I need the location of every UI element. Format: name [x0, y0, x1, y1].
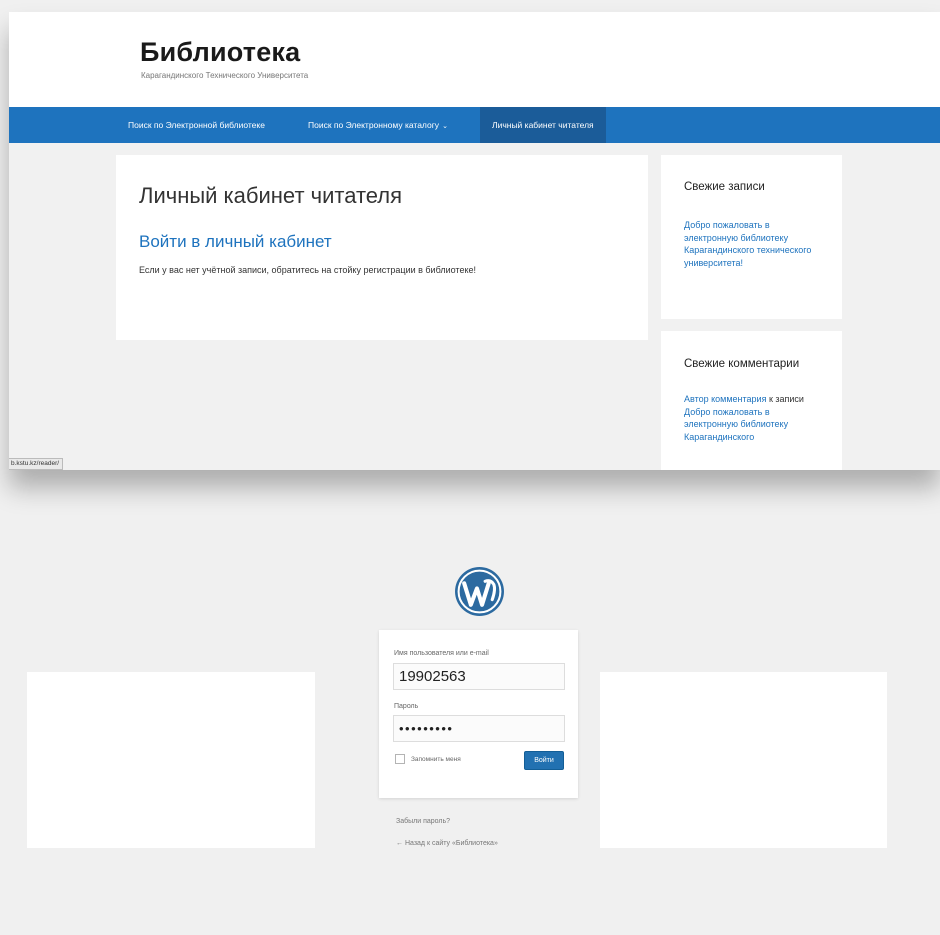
widget-title: Свежие записи: [684, 181, 765, 193]
password-label: Пароль: [394, 703, 419, 710]
site-title[interactable]: Библиотека: [140, 37, 300, 68]
recent-post-link[interactable]: Добро пожаловать в электронную библиотек…: [684, 220, 811, 268]
recent-comment-item: Автор комментария к записи Добро пожалов…: [684, 393, 824, 443]
site-header: Библиотека Карагандинского Технического …: [9, 12, 940, 107]
content-card: Личный кабинет читателя Войти в личный к…: [116, 155, 648, 340]
username-label: Имя пользователя или e-mail: [394, 650, 489, 657]
nav-item-label: Поиск по Электронному каталогу: [308, 120, 440, 130]
nav-item-catalog-search[interactable]: Поиск по Электронному каталогу ⌄: [308, 107, 448, 143]
login-form: Имя пользователя или e-mail Пароль Запом…: [379, 630, 578, 798]
page-title: Личный кабинет читателя: [139, 183, 403, 208]
blank-panel-left: [27, 672, 315, 848]
comment-connector: к записи: [766, 394, 804, 404]
wordpress-logo-icon[interactable]: [454, 566, 505, 617]
username-input[interactable]: [393, 663, 565, 690]
comment-author-link[interactable]: Автор комментария: [684, 394, 766, 404]
password-input[interactable]: [393, 715, 565, 742]
login-account-link[interactable]: Войти в личный кабинет: [139, 232, 332, 252]
recent-comments-widget: Свежие комментарии Автор комментария к з…: [661, 331, 842, 470]
nav-item-label: Личный кабинет читателя: [492, 120, 594, 130]
library-site-screenshot: Библиотека Карагандинского Технического …: [9, 12, 940, 470]
main-navigation: Поиск по Электронной библиотеке Поиск по…: [9, 107, 940, 143]
remember-me-label: Запомнить меня: [411, 756, 461, 763]
registration-notice: Если у вас нет учётной записи, обратитес…: [139, 265, 476, 275]
back-to-site-link[interactable]: ← Назад к сайту «Библиотека»: [396, 840, 498, 847]
recent-posts-widget: Свежие записи Добро пожаловать в электро…: [661, 155, 842, 319]
recent-post-item: Добро пожаловать в электронную библиотек…: [684, 219, 824, 269]
comment-post-link[interactable]: Добро пожаловать в электронную библиотек…: [684, 407, 788, 442]
nav-item-reader-account[interactable]: Личный кабинет читателя: [480, 107, 606, 143]
nav-item-label: Поиск по Электронной библиотеке: [128, 120, 265, 130]
nav-item-ebook-search[interactable]: Поиск по Электронной библиотеке: [128, 107, 265, 143]
blank-panel-right: [600, 672, 887, 848]
status-bar-url: b.kstu.kz/reader/: [9, 458, 64, 470]
chevron-down-icon: ⌄: [442, 123, 448, 130]
remember-me-checkbox[interactable]: [395, 754, 405, 764]
login-submit-button[interactable]: Войти: [524, 751, 564, 770]
widget-title: Свежие комментарии: [684, 358, 800, 370]
site-tagline: Карагандинского Технического Университет…: [141, 71, 309, 80]
lost-password-link[interactable]: Забыли пароль?: [396, 818, 450, 825]
